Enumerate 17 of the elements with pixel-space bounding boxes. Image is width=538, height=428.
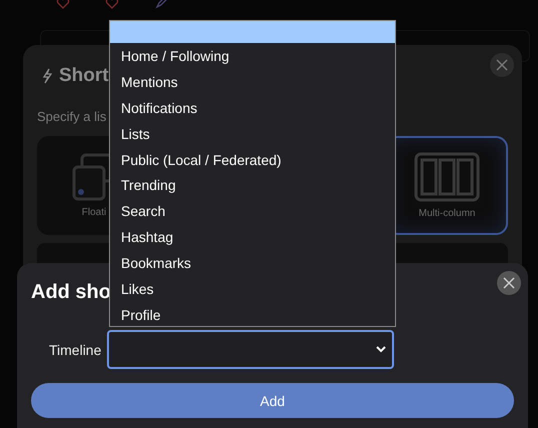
add-button[interactable]: Add bbox=[31, 383, 514, 418]
timeline-select[interactable] bbox=[107, 330, 394, 369]
lightning-icon[interactable] bbox=[41, 68, 53, 84]
chevron-down-icon[interactable] bbox=[376, 346, 386, 353]
dialog-title: Short bbox=[59, 65, 109, 87]
dropdown-option[interactable]: Profile bbox=[110, 302, 395, 329]
dropdown-option[interactable]: Mentions bbox=[110, 70, 395, 96]
dialog-description: Specify a lis bbox=[37, 109, 108, 124]
dropdown-option[interactable]: Bookmarks bbox=[110, 251, 395, 278]
close-button[interactable] bbox=[497, 271, 521, 295]
close-icon[interactable] bbox=[496, 59, 508, 71]
dropdown-option[interactable]: Likes bbox=[110, 277, 395, 303]
dropdown-option[interactable]: Notifications bbox=[110, 96, 395, 122]
dialog-title: Add sho bbox=[31, 281, 111, 304]
close-icon[interactable] bbox=[503, 277, 515, 289]
field-label: Timeline bbox=[49, 342, 102, 358]
dropdown-option[interactable]: Home / Following bbox=[110, 44, 395, 70]
